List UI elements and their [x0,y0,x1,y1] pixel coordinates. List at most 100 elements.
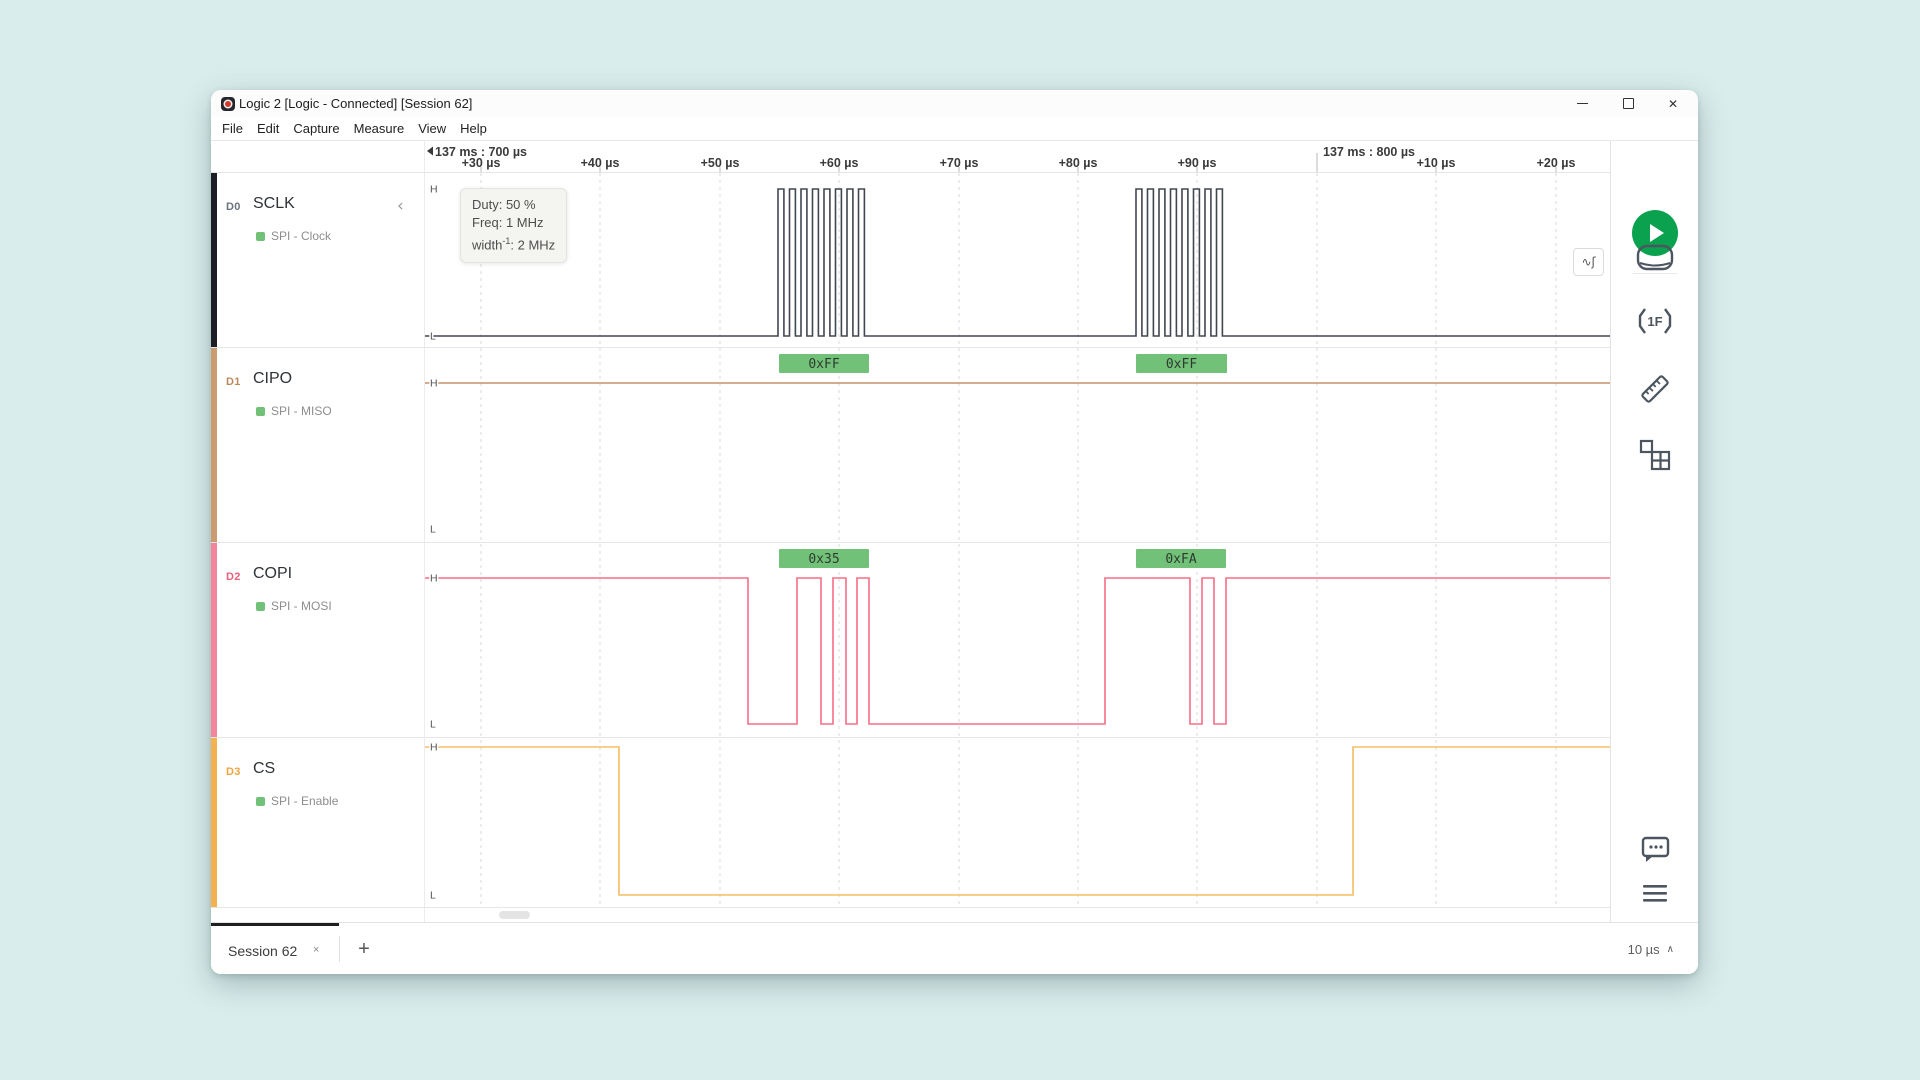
maximize-icon [1623,98,1634,109]
session-tab-bar: Session 62 × + 10 µs ∧ [211,922,1698,974]
analyzer-color-icon [256,232,265,241]
channel-row-copi[interactable]: D2 COPI SPI - MOSI [211,543,424,738]
trigger-edge-icon[interactable]: ∿ʃ [1573,248,1604,276]
wave-sclk [425,189,1610,336]
decode-value: 0x35 [808,552,839,567]
timeline-minor-label: +40 µs [581,156,620,170]
level-marker-high: H [430,573,438,585]
minimize-button[interactable] [1564,90,1600,117]
timeline-minor-label: +90 µs [1178,156,1217,170]
channel-id: D2 [226,571,241,583]
new-tab-button[interactable]: + [351,934,377,964]
menu-item-file[interactable]: File [215,117,250,140]
row-divider [211,542,1610,543]
decode-value: 0xFF [1166,357,1197,372]
analyzer-tag[interactable]: SPI - MISO [256,404,332,418]
close-button[interactable]: ✕ [1655,90,1691,117]
level-marker-high: H [430,184,438,196]
minimize-icon [1577,103,1588,104]
analyzer-color-icon [256,602,265,611]
menu-item-help[interactable]: Help [453,117,494,140]
hamburger-menu-icon [1640,881,1670,907]
channel-id: D1 [226,376,241,388]
channel-row-cipo[interactable]: D1 CIPO SPI - MISO [211,348,424,543]
wave-cs [425,747,1610,895]
tab-close-icon[interactable]: × [313,944,319,956]
right-sidebar: 1F [1610,141,1698,922]
level-marker-high: H [430,742,438,754]
timeline-minor-label: +80 µs [1059,156,1098,170]
level-marker-low: L [430,719,436,731]
tooltip-duty: Duty: 50 % [472,196,555,214]
title-bar: Logic 2 [Logic - Connected] [Session 62]… [211,90,1698,117]
device-settings-button[interactable] [1611,241,1698,275]
scale-value: 10 µs [1628,942,1660,957]
channel-id: D3 [226,766,241,778]
menu-bar: FileEditCaptureMeasureViewHelp [215,117,494,140]
channel-color-bar [211,738,217,908]
channel-name: CIPO [253,370,292,388]
anchor-arrow-icon [427,147,433,156]
channel-panel: ‹ D0SCLKSPI - ClockD1CIPOSPI - MISOD2COP… [211,141,424,922]
analyzer-color-icon [256,797,265,806]
chevron-up-icon: ∧ [1667,944,1674,955]
measurement-tooltip: Duty: 50 % Freq: 1 MHz width-1: 2 MHz [460,188,567,263]
decode-value: 0xFF [808,357,839,372]
timeline-scale-control[interactable]: 10 µs ∧ [1628,923,1674,974]
analyzer-name: SPI - Clock [271,229,331,243]
svg-text:1F: 1F [1647,314,1662,329]
channel-name: CS [253,760,275,778]
play-icon [1650,224,1664,242]
menu-item-edit[interactable]: Edit [250,117,286,140]
trigger-1f-icon: 1F [1633,304,1677,338]
measurements-button[interactable] [1611,369,1698,409]
row-divider [211,172,1610,173]
channel-row-cs[interactable]: D3 CS SPI - Enable [211,738,424,908]
tab-session-label: Session 62 [228,943,297,959]
menu-item-capture[interactable]: Capture [286,117,346,140]
decode-value: 0xFA [1165,552,1196,567]
timeline-minor-label: +60 µs [820,156,859,170]
horizontal-scrollbar[interactable] [499,911,530,919]
menu-item-measure[interactable]: Measure [347,117,412,140]
maximize-button[interactable] [1610,90,1646,117]
ruler-icon [1635,369,1675,409]
analyzer-tag[interactable]: SPI - Enable [256,794,338,808]
wave-copi [425,578,1610,724]
row-divider [211,737,1610,738]
menu-item-view[interactable]: View [411,117,453,140]
tab-separator [339,936,340,962]
channel-name: SCLK [253,195,295,213]
level-marker-low: L [430,524,436,536]
trigger-settings-button[interactable]: 1F [1611,304,1698,338]
waveform-area[interactable]: +30 µs+40 µs+50 µs+60 µs+70 µs+80 µs+90 … [425,141,1610,922]
timeline-minor-label: +70 µs [940,156,979,170]
analyzer-tag[interactable]: SPI - Clock [256,229,331,243]
level-marker-high: H [430,378,438,390]
timeline-minor-label: +50 µs [701,156,740,170]
tooltip-width-inverse: width-1: 2 MHz [472,232,555,254]
extensions-button[interactable] [1611,437,1698,473]
row-divider [211,907,1610,908]
tooltip-freq: Freq: 1 MHz [472,214,555,232]
waveform-canvas: +30 µs+40 µs+50 µs+60 µs+70 µs+80 µs+90 … [425,141,1610,922]
channel-row-sclk[interactable]: D0SCLKSPI - Clock [211,173,424,348]
analyzer-name: SPI - Enable [271,794,338,808]
analyzer-color-icon [256,407,265,416]
app-window: Logic 2 [Logic - Connected] [Session 62]… [211,90,1698,974]
tab-session[interactable]: Session 62 × [211,923,339,974]
channel-color-bar [211,543,217,738]
level-marker-low: L [430,890,436,902]
analyzer-name: SPI - MOSI [271,599,332,613]
extensions-icon [1637,437,1673,473]
channel-name: COPI [253,565,292,583]
main-menu-button[interactable] [1611,881,1698,907]
analyzer-tag[interactable]: SPI - MOSI [256,599,332,613]
chat-bubble-icon [1636,833,1674,867]
channel-color-bar [211,348,217,543]
row-divider [211,347,1610,348]
timeline-minor-label: +20 µs [1537,156,1576,170]
timeline-anchor-label: 137 ms : 700 µs [435,145,527,159]
feedback-button[interactable] [1611,833,1698,867]
analyzer-name: SPI - MISO [271,404,332,418]
